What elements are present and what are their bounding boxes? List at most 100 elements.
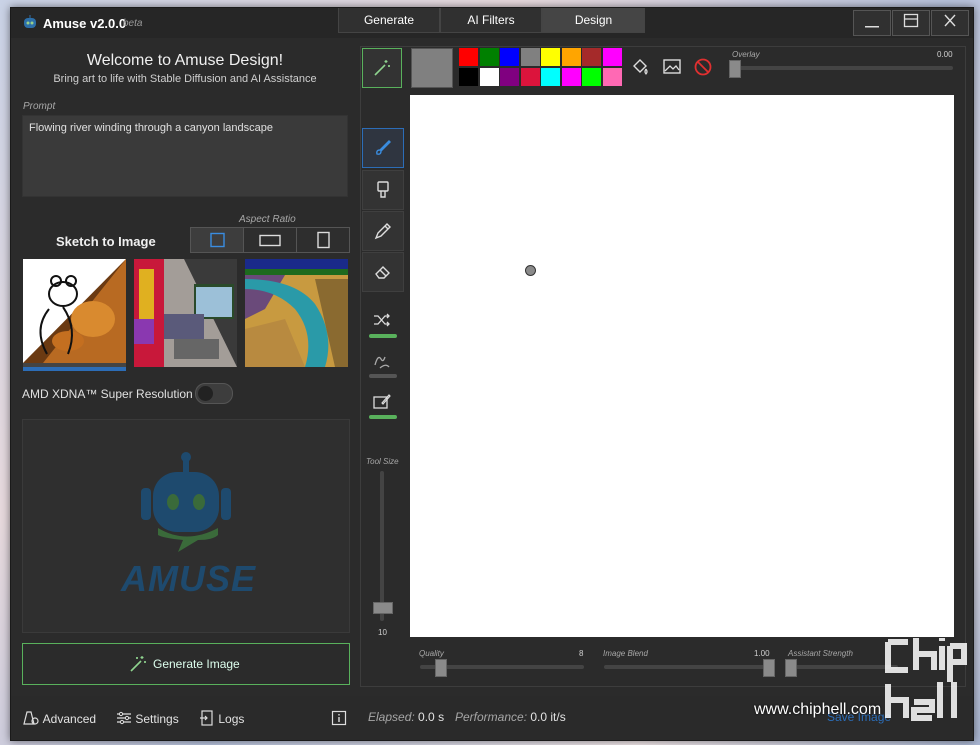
brush-icon [376, 140, 391, 155]
overlay-slider[interactable] [729, 66, 953, 70]
shuffle-indicator [369, 334, 397, 338]
scribble-indicator [369, 374, 397, 378]
generate-image-button[interactable]: Generate Image [22, 643, 350, 685]
tool-size-slider[interactable] [380, 471, 384, 621]
image-icon[interactable] [662, 57, 682, 77]
tab-generate[interactable]: Generate [338, 8, 440, 33]
drawing-canvas[interactable] [410, 95, 954, 637]
palette-swatch[interactable] [541, 48, 560, 66]
image-blend-label: Image Blend [603, 649, 648, 658]
paint-roller-tool-button[interactable] [362, 170, 404, 210]
palette-swatch[interactable] [582, 68, 601, 86]
palette-swatch[interactable] [459, 68, 478, 86]
quality-value: 8 [579, 649, 584, 658]
current-color-swatch[interactable] [411, 48, 453, 88]
sketch-preset-room[interactable] [134, 259, 237, 367]
overlay-slider-thumb[interactable] [729, 60, 741, 78]
palette-swatch[interactable] [500, 68, 519, 86]
amuse-logo-panel: AMUSE [22, 419, 350, 633]
close-icon [944, 14, 956, 27]
palette-swatch[interactable] [500, 48, 519, 66]
app-window: Amuse v2.0.0 beta Generate AI Filters De… [10, 7, 974, 741]
palette-swatch[interactable] [520, 48, 540, 66]
tab-design[interactable]: Design [542, 8, 645, 33]
performance-label: Performance: [455, 710, 528, 724]
welcome-subtitle: Bring art to life with Stable Diffusion … [53, 73, 317, 85]
scribble-icon[interactable] [372, 351, 392, 371]
palette-swatch[interactable] [479, 68, 499, 86]
bear-sketch-thumbnail [23, 259, 126, 363]
maximize-button[interactable] [892, 10, 930, 36]
magic-wand-icon [130, 656, 146, 672]
welcome-title: Welcome to Amuse Design! [86, 52, 284, 69]
settings-button[interactable]: Settings [116, 710, 179, 726]
assistant-strength-slider-thumb[interactable] [785, 659, 797, 677]
palette-swatch[interactable] [541, 68, 560, 86]
overlay-label: Overlay [732, 50, 760, 59]
eraser-tool-button[interactable] [362, 252, 404, 292]
aspect-square-button[interactable] [190, 227, 244, 253]
shuffle-icon[interactable] [372, 310, 392, 330]
sketch-preset-bear[interactable] [23, 259, 126, 371]
paint-roller-icon [377, 181, 389, 198]
left-panel: Welcome to Amuse Design! Bring art to li… [11, 38, 359, 696]
elapsed-label: Elapsed: [368, 710, 415, 724]
magic-wand-icon [374, 60, 390, 76]
toggle-knob [198, 386, 213, 401]
assistant-strength-label: Assistant Strength [788, 649, 853, 658]
amuse-logo-icon [24, 15, 36, 28]
prompt-input[interactable]: Flowing river winding through a canyon l… [22, 115, 348, 197]
palette-swatch[interactable] [602, 68, 622, 86]
logs-button[interactable]: Logs [199, 710, 244, 726]
super-resolution-toggle[interactable] [195, 383, 233, 404]
aspect-ratio-label: Aspect Ratio [239, 214, 296, 225]
image-blend-slider[interactable] [604, 665, 772, 669]
logs-label: Logs [218, 712, 245, 726]
maximize-icon [903, 13, 919, 28]
palette-swatch[interactable] [561, 68, 581, 86]
info-icon[interactable] [331, 710, 347, 726]
palette-swatch[interactable] [459, 48, 478, 66]
settings-sliders-icon [117, 711, 131, 725]
prompt-label: Prompt [23, 101, 56, 112]
elapsed-readout: Elapsed: 0.0 s [368, 710, 444, 724]
title-bar: Amuse v2.0.0 beta Generate AI Filters De… [11, 8, 973, 38]
palette-swatch[interactable] [602, 48, 622, 66]
tab-ai-filters[interactable]: AI Filters [440, 8, 542, 33]
aspect-portrait-button[interactable] [296, 227, 350, 253]
watermark-logo [884, 632, 968, 728]
palette-swatch[interactable] [479, 48, 499, 66]
canyon-sketch-thumbnail [245, 259, 348, 367]
elapsed-value: 0.0 s [418, 710, 445, 724]
chiphell-logo-icon [885, 638, 967, 721]
palette-swatch[interactable] [582, 48, 601, 66]
advanced-icon [23, 711, 39, 725]
aspect-landscape-button[interactable] [243, 227, 297, 253]
eraser-icon [375, 266, 390, 279]
advanced-label: Advanced [42, 712, 97, 726]
minimize-button[interactable] [853, 10, 891, 36]
edit-canvas-icon[interactable] [372, 392, 392, 412]
pen-tool-button[interactable] [362, 211, 404, 251]
tool-size-slider-thumb[interactable] [373, 602, 393, 614]
landscape-ratio-icon [259, 234, 281, 247]
tool-size-value: 10 [378, 628, 387, 637]
settings-label: Settings [135, 712, 179, 726]
beta-label: beta [123, 18, 143, 29]
brush-tool-button[interactable] [362, 128, 404, 168]
close-button[interactable] [931, 10, 969, 36]
palette-swatch[interactable] [561, 48, 581, 66]
quality-slider-thumb[interactable] [435, 659, 447, 677]
sketch-preset-canyon[interactable] [245, 259, 348, 367]
amuse-logo-text: AMUSE [121, 558, 257, 599]
paint-bucket-icon[interactable] [630, 57, 650, 77]
tool-size-label: Tool Size [366, 457, 399, 466]
watermark-text: www.chiphell.com [754, 701, 882, 718]
image-blend-slider-thumb[interactable] [763, 659, 775, 677]
advanced-button[interactable]: Advanced [22, 710, 96, 726]
assistant-strength-slider[interactable] [788, 665, 898, 669]
magic-wand-button[interactable] [362, 48, 402, 88]
palette-swatch[interactable] [520, 68, 540, 86]
brush-cursor [525, 265, 536, 276]
clear-canvas-icon[interactable] [693, 57, 713, 77]
